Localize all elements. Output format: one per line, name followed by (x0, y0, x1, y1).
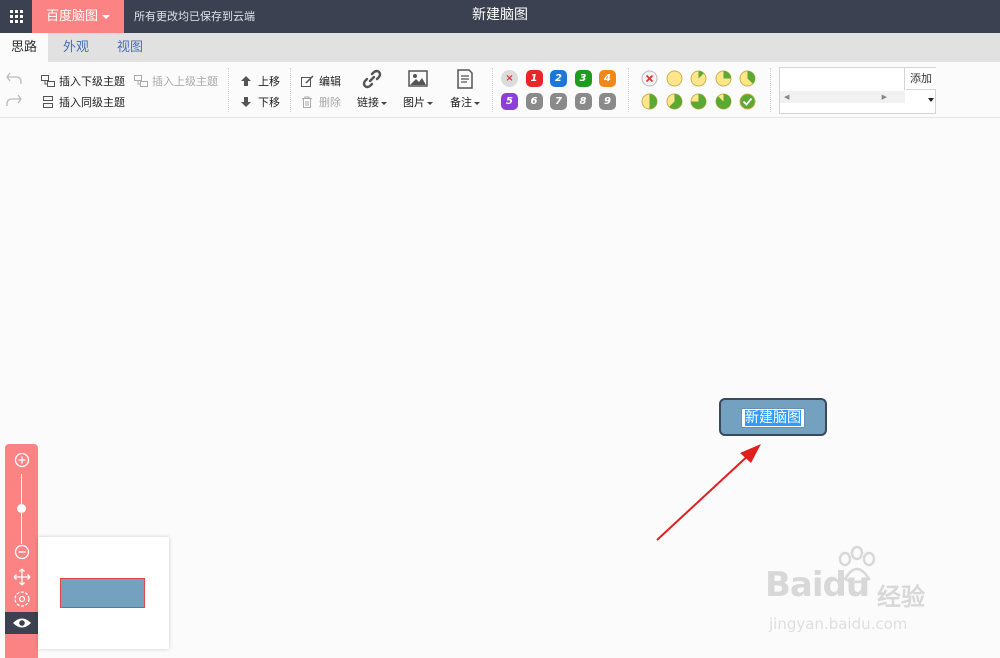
resource-add-button[interactable]: 添加 (906, 68, 936, 90)
progress-pie-icon[interactable] (666, 70, 683, 87)
insert-parent-button[interactable]: 插入上级主题 (134, 73, 218, 89)
caret-down-icon (474, 101, 480, 105)
progress-clear-icon[interactable] (641, 70, 658, 87)
move-down-label: 下移 (258, 96, 280, 109)
move-up-button[interactable]: 上移 (240, 73, 280, 89)
note-label: 备注 (450, 96, 472, 109)
note-button[interactable]: 备注 (445, 68, 485, 110)
save-status: 所有更改均已保存到云端 (134, 10, 255, 23)
tab-view[interactable]: 视图 (106, 33, 154, 62)
insert-child-button[interactable]: 插入下级主题 (41, 73, 125, 89)
priority-8-icon[interactable]: 8 (574, 93, 592, 110)
priority-5-icon[interactable]: 5 (501, 93, 518, 110)
progress-pie-icon[interactable] (666, 93, 683, 110)
watermark-jingyan: 经验 (877, 583, 925, 611)
resource-combo: 添加 ◀ ▶ (779, 67, 936, 114)
move-canvas-icon[interactable] (5, 565, 38, 589)
progress-done-icon[interactable] (739, 93, 756, 110)
top-bar: 百度脑图 所有更改均已保存到云端 新建脑图 (0, 0, 1000, 33)
brand-label: 百度脑图 (46, 9, 99, 24)
zoom-in-icon[interactable] (5, 448, 38, 472)
image-label: 图片 (403, 96, 425, 109)
link-button[interactable]: 链接 (352, 68, 392, 110)
priority-6-icon[interactable]: 6 (525, 93, 543, 110)
zoom-slider-handle[interactable] (17, 504, 26, 513)
link-icon (362, 69, 382, 89)
root-topic-editor[interactable]: 新建脑图 (741, 408, 805, 428)
priority-clear-icon[interactable]: × (501, 70, 518, 87)
insert-sibling-icon (43, 96, 53, 108)
toolbar-divider (492, 68, 493, 112)
delete-label: 删除 (319, 96, 341, 109)
priority-7-icon[interactable]: 7 (550, 93, 567, 110)
dropdown-caret-icon[interactable] (928, 98, 934, 102)
apps-grid-icon[interactable] (0, 0, 32, 33)
priority-9-icon[interactable]: 9 (599, 93, 616, 110)
priority-1-icon[interactable]: 1 (525, 70, 543, 87)
trash-icon (302, 96, 312, 108)
insert-sibling-label: 插入同级主题 (59, 96, 125, 109)
progress-pie-icon[interactable] (715, 70, 732, 87)
arrow-down-icon (241, 97, 251, 107)
caret-down-icon (427, 101, 433, 105)
edit-label: 编辑 (319, 75, 341, 88)
arrow-up-icon (241, 76, 251, 86)
progress-pie-icon[interactable] (690, 70, 707, 87)
tab-bar: 思路 外观 视图 (0, 33, 1000, 62)
minimap-viewport[interactable] (60, 578, 145, 608)
delete-button[interactable]: 删除 (301, 94, 341, 110)
edit-icon (301, 75, 314, 87)
brand-menu-button[interactable]: 百度脑图 (32, 0, 124, 33)
progress-pie-icon[interactable] (690, 93, 707, 110)
toolbar-divider (290, 68, 291, 112)
progress-pie-icon[interactable] (739, 70, 756, 87)
resource-input[interactable] (780, 68, 905, 90)
mind-map-app: 百度脑图 所有更改均已保存到云端 新建脑图 思路 外观 视图 插入下级主题 插入… (0, 0, 1000, 658)
zoom-panel (5, 444, 38, 658)
toolbar: 插入下级主题 插入上级主题 插入同级主题 上移 下移 编辑 删除 链接 图片 备… (0, 62, 1000, 118)
watermark-brand: Baidu (765, 565, 870, 605)
toolbar-divider (770, 68, 771, 112)
move-down-button[interactable]: 下移 (240, 94, 280, 110)
insert-parent-icon (134, 75, 148, 87)
move-up-label: 上移 (258, 75, 280, 88)
undo-icon[interactable] (5, 71, 23, 85)
priority-3-icon[interactable]: 3 (574, 70, 592, 87)
insert-sibling-button[interactable]: 插入同级主题 (41, 94, 125, 110)
root-topic-text: 新建脑图 (745, 410, 801, 426)
priority-4-icon[interactable]: 4 (599, 70, 616, 87)
tab-appearance[interactable]: 外观 (52, 33, 100, 62)
note-icon (457, 69, 473, 89)
link-label: 链接 (357, 96, 379, 109)
toolbar-divider (628, 68, 629, 112)
root-topic-node[interactable]: 新建脑图 (719, 398, 827, 436)
caret-down-icon (102, 14, 111, 19)
image-button[interactable]: 图片 (398, 68, 438, 110)
toolbar-divider (228, 68, 229, 112)
image-icon (408, 70, 428, 87)
resource-scrollbar[interactable]: ◀ ▶ (780, 91, 905, 103)
caret-down-icon (381, 101, 387, 105)
zoom-out-icon[interactable] (5, 540, 38, 564)
progress-pie-icon[interactable] (641, 93, 658, 110)
baidu-jingyan-watermark: Baidu 经验 jingyan.baidu.com (765, 545, 945, 640)
navigator-toggle-eye-icon[interactable] (5, 612, 38, 634)
insert-child-icon (41, 75, 55, 87)
redo-icon[interactable] (5, 93, 23, 107)
tab-idea[interactable]: 思路 (0, 33, 48, 62)
locate-root-icon[interactable] (5, 587, 38, 611)
scroll-left-icon[interactable]: ◀ (784, 93, 789, 101)
insert-parent-label: 插入上级主题 (152, 75, 218, 88)
edit-button[interactable]: 编辑 (301, 73, 341, 89)
watermark-url: jingyan.baidu.com (769, 615, 908, 633)
scroll-right-icon[interactable]: ▶ (882, 93, 887, 101)
navigator-minimap[interactable] (38, 537, 169, 649)
progress-pie-icon[interactable] (715, 93, 732, 110)
priority-2-icon[interactable]: 2 (550, 70, 567, 87)
insert-child-label: 插入下级主题 (59, 75, 125, 88)
